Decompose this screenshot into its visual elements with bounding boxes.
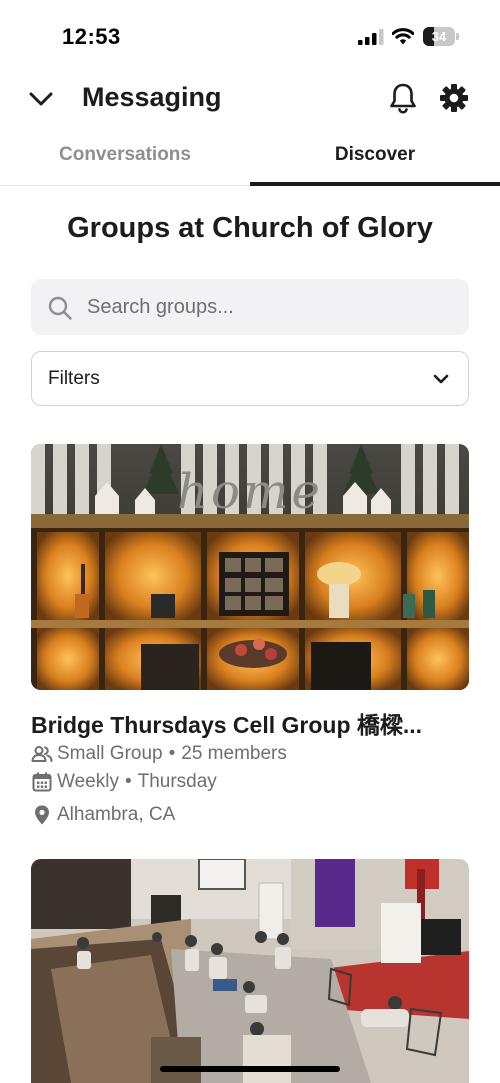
separator-dot: •: [124, 771, 132, 792]
chevron-down-icon: [29, 92, 53, 106]
page-title: Messaging: [82, 82, 222, 112]
wifi-icon: [392, 28, 414, 45]
gear-icon: [440, 84, 468, 112]
header: Messaging: [0, 76, 500, 122]
search-input[interactable]: [87, 279, 457, 335]
search-icon: [48, 296, 72, 320]
location-pin-icon: [35, 805, 49, 825]
tab-conversations[interactable]: Conversations: [0, 136, 250, 186]
home-sign: home: [177, 464, 323, 520]
battery-level: 34: [431, 29, 447, 44]
group-location: Alhambra, CA: [57, 804, 176, 825]
people-icon: [31, 746, 53, 762]
group-type-row: Small Group • 25 members: [31, 741, 287, 767]
member-count: 25 members: [181, 743, 287, 764]
signal-icon: [358, 29, 384, 45]
group-name[interactable]: Bridge Thursdays Cell Group 橋樑...: [31, 706, 471, 740]
tab-bar: Conversations Discover: [0, 136, 500, 186]
bell-icon: [390, 83, 416, 114]
group-schedule-row: Weekly • Thursday: [31, 769, 217, 795]
chevron-down-icon: [433, 374, 449, 384]
battery-icon: 34: [423, 27, 459, 46]
meeting-frequency: Weekly: [57, 771, 119, 792]
group-card-image[interactable]: [31, 859, 469, 1083]
calendar-icon: [32, 772, 52, 792]
collapse-button[interactable]: [24, 84, 58, 114]
status-time: 12:53: [62, 24, 121, 49]
group-card-image[interactable]: home: [31, 444, 469, 690]
notifications-button[interactable]: [388, 82, 418, 114]
active-tab-indicator: [250, 182, 500, 186]
group-type: Small Group: [57, 743, 163, 764]
group-photo: [31, 859, 469, 1083]
separator-dot: •: [168, 743, 176, 764]
meeting-day: Thursday: [137, 771, 217, 792]
groups-heading: Groups at Church of Glory: [67, 212, 433, 244]
status-bar: 12:53 34: [0, 0, 500, 70]
filters-dropdown[interactable]: Filters: [31, 351, 469, 406]
group-photo: home: [31, 444, 469, 690]
tab-discover[interactable]: Discover: [250, 136, 500, 186]
search-box: [31, 279, 469, 335]
settings-button[interactable]: [438, 82, 470, 114]
home-indicator: [160, 1066, 340, 1072]
group-location-row: Alhambra, CA: [31, 802, 175, 828]
filters-label: Filters: [48, 368, 100, 389]
